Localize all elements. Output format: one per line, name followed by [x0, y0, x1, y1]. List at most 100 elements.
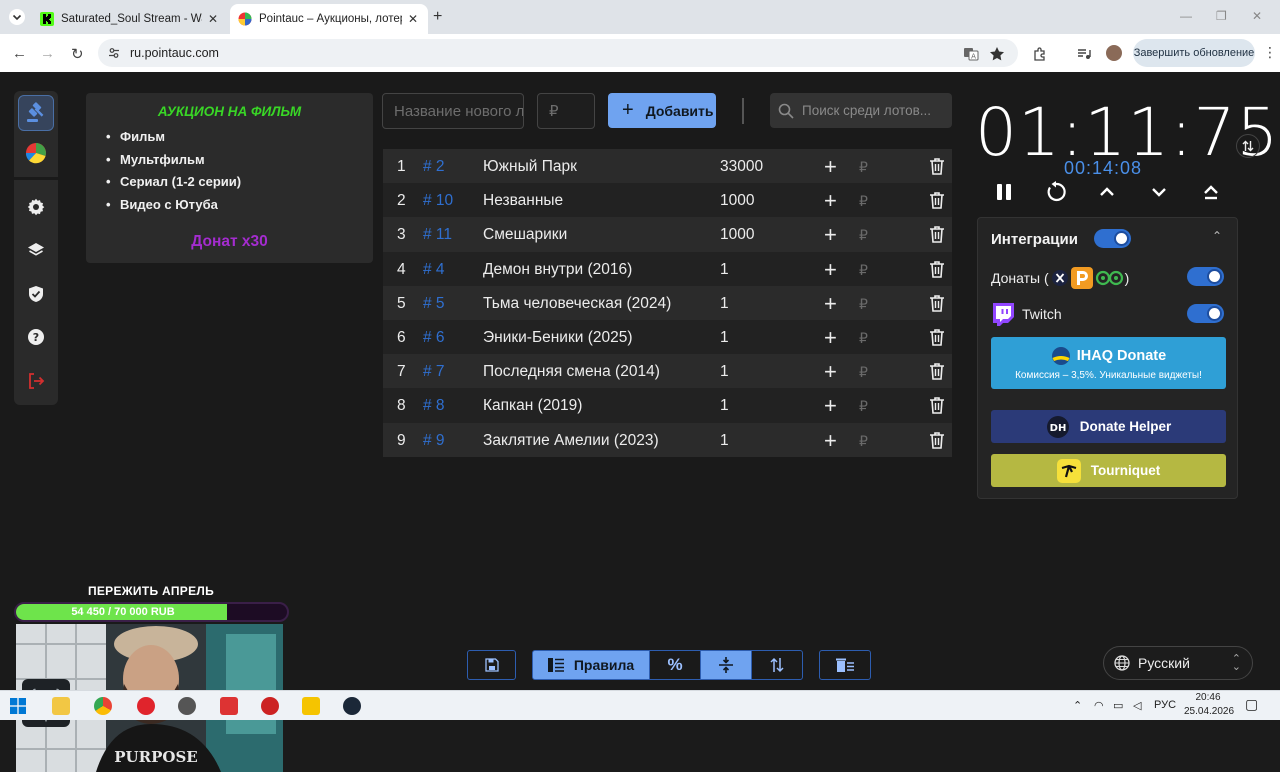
lot-amount[interactable]: 1: [720, 363, 729, 381]
swap-timer-button[interactable]: [1236, 134, 1260, 158]
lot-amount[interactable]: 1000: [720, 226, 754, 244]
add-amount-icon[interactable]: +: [824, 291, 837, 317]
donate-helper-button[interactable]: DH Donate Helper: [991, 410, 1226, 443]
sort-button[interactable]: [751, 650, 803, 680]
lot-name[interactable]: Последняя смена (2014): [483, 363, 660, 381]
lot-name[interactable]: Капкан (2019): [483, 397, 582, 415]
profile-avatar[interactable]: [1106, 45, 1122, 61]
lot-currency[interactable]: ₽: [859, 296, 868, 313]
app-icon[interactable]: [302, 697, 320, 715]
taskbar-clock[interactable]: 20:46 25.04.2026: [1184, 691, 1234, 719]
delete-lot-icon[interactable]: [929, 294, 945, 312]
donations-toggle[interactable]: [1187, 267, 1224, 286]
close-tab-icon[interactable]: ✕: [206, 12, 220, 26]
delete-lot-icon[interactable]: [929, 362, 945, 380]
ihaq-donate-button[interactable]: IHAQ Donate Комиссия – 3,5%. Уникальные …: [991, 337, 1226, 389]
opera-icon[interactable]: [137, 697, 155, 715]
lot-amount[interactable]: 1: [720, 329, 729, 347]
steam-icon[interactable]: [343, 697, 361, 715]
new-lot-name-input[interactable]: Название нового лота: [382, 93, 524, 129]
add-amount-icon[interactable]: +: [824, 393, 837, 419]
browser-tab-pointauc[interactable]: Pointauc – Аукционы, лотереи ✕: [230, 4, 428, 34]
sidebar-help-button[interactable]: ?: [18, 319, 54, 355]
lot-amount[interactable]: 33000: [720, 158, 763, 176]
file-explorer-icon[interactable]: [52, 697, 70, 715]
browser-tab-kick[interactable]: Saturated_Soul Stream - Watch ✕: [32, 4, 228, 34]
lot-name[interactable]: Смешарики: [483, 226, 567, 244]
delete-lot-icon[interactable]: [929, 431, 945, 449]
add-amount-icon[interactable]: +: [824, 188, 837, 214]
double-time-button[interactable]: [1199, 180, 1223, 204]
browser-menu-icon[interactable]: ⋮: [1263, 44, 1277, 61]
sidebar-auction-button[interactable]: [18, 95, 54, 131]
obs-icon[interactable]: [178, 697, 196, 715]
sidebar-shield-button[interactable]: [18, 276, 54, 312]
pause-button[interactable]: [992, 180, 1016, 204]
rules-toggle-button[interactable]: Правила: [532, 650, 650, 680]
lot-currency[interactable]: ₽: [859, 398, 868, 415]
volume-icon[interactable]: ◁: [1133, 699, 1141, 712]
lot-amount[interactable]: 1: [720, 397, 729, 415]
notifications-icon[interactable]: ▢: [1245, 696, 1258, 713]
add-lot-button[interactable]: + Добавить: [608, 93, 716, 128]
add-amount-icon[interactable]: +: [824, 359, 837, 385]
lot-amount[interactable]: 1: [720, 295, 729, 313]
lot-name[interactable]: Тьма человеческая (2024): [483, 295, 671, 313]
battery-icon[interactable]: ▭: [1113, 699, 1123, 712]
bookmark-star-icon[interactable]: [989, 46, 1005, 62]
sidebar-wheel-button[interactable]: [18, 135, 54, 171]
tray-chevron-icon[interactable]: ⌃: [1073, 699, 1082, 712]
add-amount-icon[interactable]: +: [824, 325, 837, 351]
add-amount-icon[interactable]: +: [824, 428, 837, 454]
delete-lot-icon[interactable]: [929, 328, 945, 346]
twitch-toggle[interactable]: [1187, 304, 1224, 323]
lot-amount[interactable]: 1: [720, 261, 729, 279]
sidebar-layers-button[interactable]: [18, 232, 54, 268]
add-amount-icon[interactable]: +: [824, 154, 837, 180]
translate-icon[interactable]: A: [963, 46, 979, 62]
sidebar-settings-button[interactable]: [18, 189, 54, 225]
media-control-icon[interactable]: [1076, 46, 1092, 62]
back-icon[interactable]: ←: [12, 45, 27, 62]
compact-view-button[interactable]: [700, 650, 752, 680]
lot-currency[interactable]: ₽: [859, 193, 868, 210]
windows-start-icon[interactable]: [10, 698, 26, 714]
subtract-time-button[interactable]: [1147, 180, 1171, 204]
forward-icon[interactable]: →: [40, 45, 55, 62]
lot-currency[interactable]: ₽: [859, 159, 868, 176]
lot-search-input[interactable]: Поиск среди лотов...: [770, 93, 952, 128]
site-info-icon[interactable]: [108, 47, 120, 59]
app-icon[interactable]: [220, 697, 238, 715]
lot-currency[interactable]: ₽: [859, 330, 868, 347]
restore-icon[interactable]: ❐: [1216, 9, 1227, 23]
chrome-icon[interactable]: [94, 697, 112, 715]
keyboard-language[interactable]: РУС: [1154, 699, 1176, 711]
sidebar-logout-button[interactable]: [18, 363, 54, 399]
reload-icon[interactable]: ↻: [71, 45, 84, 63]
new-lot-amount-input[interactable]: ₽: [537, 93, 595, 129]
add-amount-icon[interactable]: +: [824, 222, 837, 248]
minimize-icon[interactable]: —: [1180, 9, 1192, 23]
lot-currency[interactable]: ₽: [859, 262, 868, 279]
lot-currency[interactable]: ₽: [859, 433, 868, 450]
lot-name[interactable]: Заклятие Амелии (2023): [483, 432, 659, 450]
lot-currency[interactable]: ₽: [859, 364, 868, 381]
delete-lot-icon[interactable]: [929, 191, 945, 209]
extensions-icon[interactable]: [1032, 46, 1048, 62]
reset-timer-button[interactable]: [1044, 180, 1068, 204]
percent-view-button[interactable]: %: [649, 650, 701, 680]
add-time-button[interactable]: [1095, 180, 1119, 204]
address-bar[interactable]: ru.pointauc.com: [98, 39, 1018, 67]
clear-all-button[interactable]: [819, 650, 871, 680]
delete-lot-icon[interactable]: [929, 157, 945, 175]
lot-name[interactable]: Южный Парк: [483, 158, 577, 176]
new-tab-icon[interactable]: +: [433, 8, 442, 26]
lot-amount[interactable]: 1: [720, 432, 729, 450]
lot-name[interactable]: Незванные: [483, 192, 563, 210]
app-icon[interactable]: [261, 697, 279, 715]
tab-search-dropdown-icon[interactable]: [8, 8, 26, 26]
delete-lot-icon[interactable]: [929, 260, 945, 278]
lot-name[interactable]: Эники-Беники (2025): [483, 329, 633, 347]
integrations-toggle[interactable]: [1094, 229, 1131, 248]
close-tab-icon[interactable]: ✕: [406, 12, 420, 26]
